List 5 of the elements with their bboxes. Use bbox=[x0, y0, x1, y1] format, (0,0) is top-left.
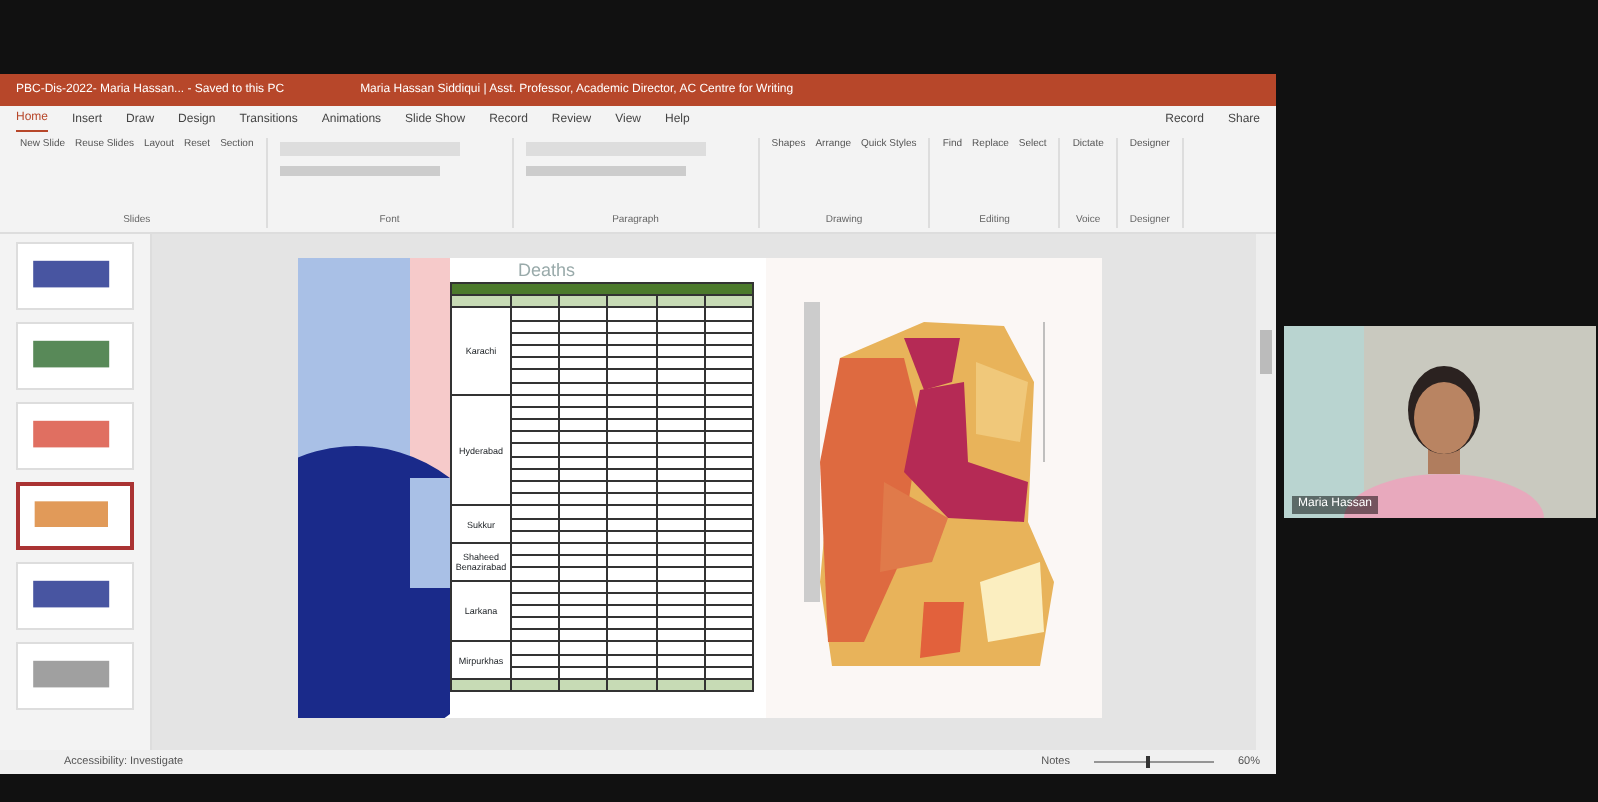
slide-title: Deaths bbox=[516, 258, 578, 282]
scrollbar[interactable] bbox=[1256, 234, 1276, 750]
zoom-slider-thumb[interactable] bbox=[1145, 756, 1150, 768]
scrollbar-thumb[interactable] bbox=[1260, 330, 1272, 374]
slide-thumbnail[interactable] bbox=[16, 482, 134, 550]
